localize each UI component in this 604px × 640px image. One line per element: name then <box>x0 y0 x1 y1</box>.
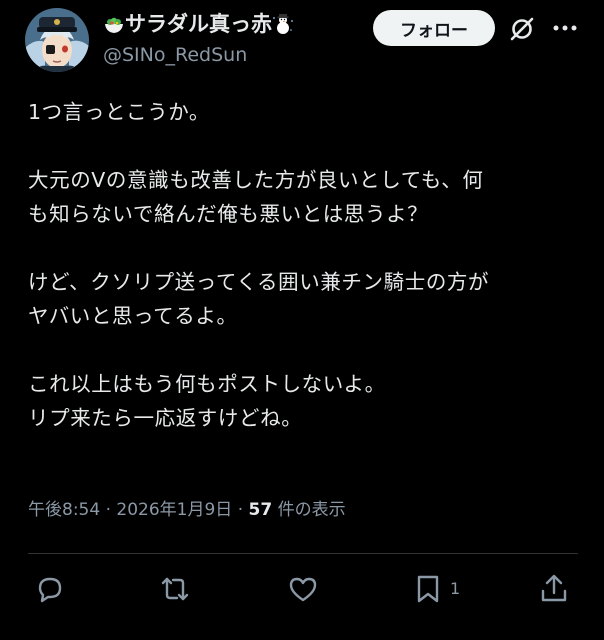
repost-icon <box>161 577 189 601</box>
views-label: 件の表示 <box>272 500 346 520</box>
views-count[interactable]: 57 <box>249 500 273 520</box>
post-line: 1つ言っとこうか。 <box>28 100 211 124</box>
post-line: これ以上はもう何もポストしないよ。 <box>28 372 386 396</box>
post-time[interactable]: 午後8:54 <box>28 500 100 520</box>
post-paragraph: 1つ言っとこうか。 <box>28 95 578 129</box>
grok-icon[interactable] <box>507 14 537 44</box>
bookmark-icon <box>417 575 439 603</box>
snowman-emoji-icon <box>272 13 294 35</box>
post-line: ヤバいと思ってるよ。 <box>28 304 238 328</box>
user-info[interactable]: サラダル真っ赤 @SINo_RedSun <box>103 10 294 70</box>
meta-separator: · <box>232 500 249 520</box>
post-header: サラダル真っ赤 @SINo_RedSun フォロー <box>0 0 604 80</box>
bookmark-button[interactable]: 1 <box>414 573 460 605</box>
like-icon <box>289 577 317 602</box>
more-dots-icon[interactable] <box>551 20 579 36</box>
like-button[interactable] <box>287 573 319 605</box>
reply-button[interactable] <box>34 573 66 605</box>
post-paragraph: 大元のVの意識も改善した方が良いとしても、何 も知らないで絡んだ俺も悪いとは思う… <box>28 163 578 231</box>
salad-emoji-icon <box>103 13 125 35</box>
meta-separator: · <box>100 500 117 520</box>
display-name: サラダル真っ赤 <box>103 10 294 38</box>
post-paragraph: けど、クソリプ送ってくる囲い兼チン騎士の方が ヤバいと思ってるよ。 <box>28 265 578 333</box>
post-line: 大元のVの意識も改善した方が良いとしても、何 <box>28 168 484 192</box>
reply-icon <box>38 577 62 603</box>
display-name-text: サラダル真っ赤 <box>125 12 272 36</box>
anime-character-avatar-image <box>25 8 89 72</box>
share-button[interactable] <box>538 573 570 605</box>
share-icon <box>541 574 567 602</box>
repost-button[interactable] <box>157 573 193 605</box>
bookmark-count: 1 <box>450 579 461 598</box>
post-line: リプ来たら一応返すけどね。 <box>28 406 303 430</box>
post-meta: 午後8:54 · 2026年1月9日 · 57 件の表示 <box>28 496 346 524</box>
post-text: 1つ言っとこうか。 大元のVの意識も改善した方が良いとしても、何 も知らないで絡… <box>28 95 578 435</box>
post-line: も知らないで絡んだ俺も悪いとは思うよ？ <box>28 202 429 226</box>
post-line: けど、クソリプ送ってくる囲い兼チン騎士の方が <box>28 270 490 294</box>
post-paragraph: これ以上はもう何もポストしないよ。 リプ来たら一応返すけどね。 <box>28 367 578 435</box>
follow-button[interactable]: フォロー <box>373 10 495 46</box>
divider <box>28 553 578 554</box>
user-handle: @SINo_RedSun <box>103 44 248 66</box>
post-date[interactable]: 2026年1月9日 <box>116 500 232 520</box>
avatar[interactable] <box>25 8 89 72</box>
